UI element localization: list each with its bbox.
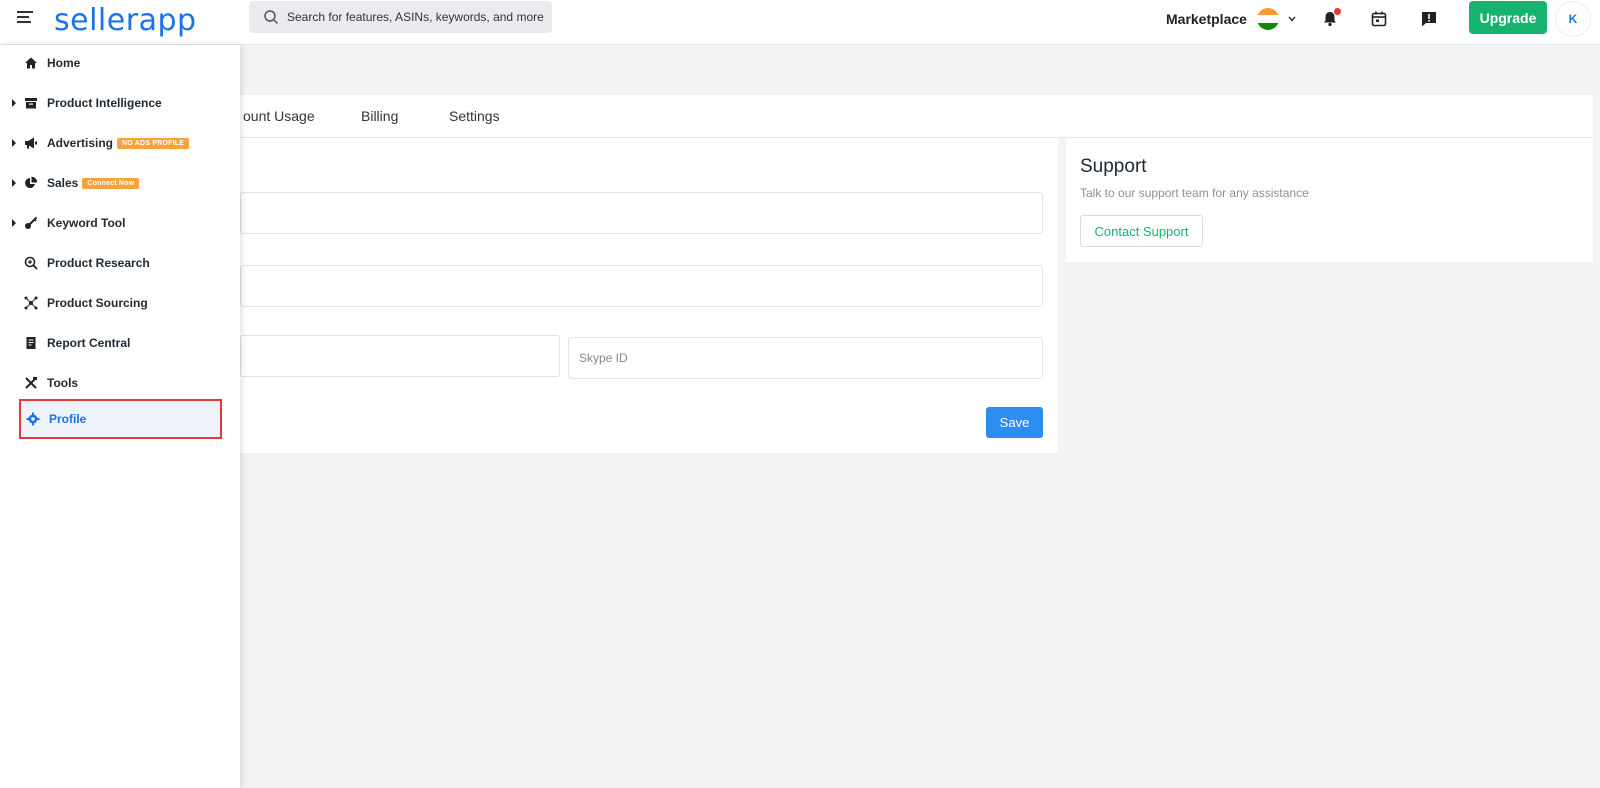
pie-chart-icon bbox=[23, 175, 39, 191]
notification-dot bbox=[1334, 8, 1341, 15]
network-icon bbox=[23, 295, 39, 311]
key-icon bbox=[23, 215, 39, 231]
text-input-3[interactable] bbox=[241, 336, 559, 376]
advertising-label: Advertising bbox=[47, 136, 114, 150]
save-button[interactable]: Save bbox=[986, 407, 1043, 438]
chevron-down-icon bbox=[1287, 11, 1297, 27]
profile-tabs: ount Usage Billing Settings bbox=[240, 95, 1593, 138]
sidebar-item-tools[interactable]: Tools bbox=[0, 365, 240, 401]
bell-icon[interactable] bbox=[1321, 8, 1341, 28]
megaphone-icon bbox=[23, 135, 39, 151]
india-flag-icon bbox=[1256, 8, 1279, 30]
sidebar-item-label: Product Sourcing bbox=[47, 296, 148, 310]
sidebar-item-label: Product Intelligence bbox=[47, 96, 162, 110]
form-field-3[interactable] bbox=[240, 335, 560, 377]
logo-text: seller bbox=[54, 3, 139, 38]
sidebar-item-sales[interactable]: Sales Connect Now bbox=[0, 165, 240, 201]
text-input-1[interactable] bbox=[241, 193, 1042, 233]
sidebar-item-home[interactable]: Home bbox=[0, 45, 240, 81]
sidebar-item-advertising[interactable]: Advertising NO ADS PROFILE bbox=[0, 125, 240, 161]
calendar-icon[interactable] bbox=[1370, 10, 1388, 28]
marketplace-label: Marketplace bbox=[1166, 11, 1247, 27]
caret-right-icon bbox=[12, 99, 16, 107]
home-icon bbox=[23, 55, 39, 71]
sidebar-item-label: Sales Connect Now bbox=[47, 176, 140, 190]
caret-right-icon bbox=[12, 179, 16, 187]
sidebar: Home Product Intelligence Advertising NO … bbox=[0, 45, 240, 788]
feedback-icon[interactable] bbox=[1420, 10, 1438, 28]
sidebar-item-label: Product Research bbox=[47, 256, 150, 270]
no-ads-profile-badge: NO ADS PROFILE bbox=[117, 138, 190, 150]
sidebar-item-profile[interactable]: Profile bbox=[19, 399, 222, 439]
sellerapp-logo[interactable]: sellerapp bbox=[54, 3, 197, 38]
tab-settings[interactable]: Settings bbox=[449, 108, 500, 124]
connect-now-badge[interactable]: Connect Now bbox=[82, 178, 140, 190]
support-subtitle: Talk to our support team for any assista… bbox=[1080, 186, 1309, 200]
sales-label: Sales bbox=[47, 176, 79, 190]
support-title: Support bbox=[1080, 156, 1147, 177]
tab-billing[interactable]: Billing bbox=[361, 108, 398, 124]
skype-id-input[interactable] bbox=[569, 338, 1042, 378]
sidebar-item-label: Keyword Tool bbox=[47, 216, 126, 230]
tools-icon bbox=[23, 375, 39, 391]
sidebar-item-label: Advertising NO ADS PROFILE bbox=[47, 136, 190, 150]
avatar[interactable]: K bbox=[1555, 1, 1591, 37]
caret-right-icon bbox=[12, 219, 16, 227]
upgrade-button[interactable]: Upgrade bbox=[1469, 1, 1547, 34]
sidebar-item-label: Tools bbox=[47, 376, 79, 390]
gear-icon bbox=[25, 411, 41, 427]
tab-account-usage[interactable]: ount Usage bbox=[243, 108, 315, 124]
search-plus-icon bbox=[23, 255, 39, 271]
sidebar-item-report-central[interactable]: Report Central bbox=[0, 325, 240, 361]
report-icon bbox=[23, 335, 39, 351]
sidebar-item-label: Home bbox=[47, 56, 81, 70]
menu-icon[interactable] bbox=[17, 11, 33, 25]
form-field-1[interactable] bbox=[240, 192, 1043, 234]
form-field-2[interactable] bbox=[240, 265, 1043, 307]
top-header: sellerapp Marketplace Upgrade K bbox=[0, 0, 1600, 45]
sidebar-item-product-sourcing[interactable]: Product Sourcing bbox=[0, 285, 240, 321]
sidebar-item-label: Profile bbox=[49, 412, 87, 426]
search-bar[interactable] bbox=[249, 1, 552, 33]
sidebar-item-label: Report Central bbox=[47, 336, 131, 350]
search-input[interactable] bbox=[287, 10, 547, 24]
skype-id-field[interactable] bbox=[568, 337, 1043, 379]
search-icon bbox=[263, 9, 279, 25]
logo-text-app: app bbox=[138, 3, 197, 38]
sidebar-item-product-research[interactable]: Product Research bbox=[0, 245, 240, 281]
archive-icon bbox=[23, 95, 39, 111]
sidebar-item-product-intelligence[interactable]: Product Intelligence bbox=[0, 85, 240, 121]
sidebar-item-keyword-tool[interactable]: Keyword Tool bbox=[0, 205, 240, 241]
caret-right-icon bbox=[12, 139, 16, 147]
contact-support-button[interactable]: Contact Support bbox=[1080, 215, 1203, 247]
marketplace-selector[interactable]: Marketplace bbox=[1166, 8, 1297, 30]
text-input-2[interactable] bbox=[241, 266, 1042, 306]
